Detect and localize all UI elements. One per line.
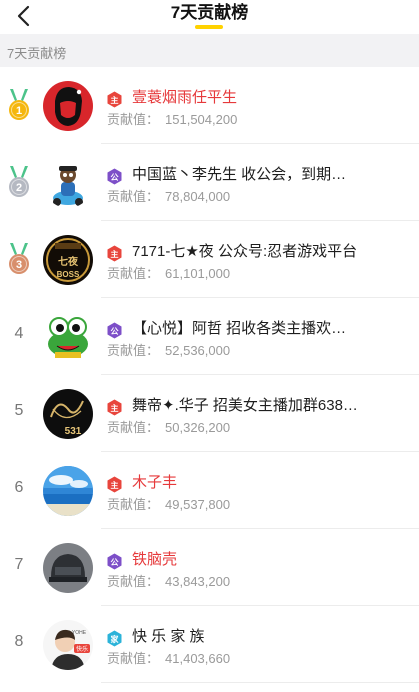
svg-text:主: 主: [111, 95, 119, 105]
guild-badge-icon: 公: [107, 553, 122, 570]
contribution-value: 贡献值： 50,326,200: [107, 420, 230, 436]
rank-number: 7: [14, 556, 24, 573]
svg-text:BOSS: BOSS: [57, 270, 80, 279]
rank-number: 6: [14, 479, 24, 496]
user-name[interactable]: 壹蓑烟雨任平生: [132, 88, 411, 108]
contribution-label: 贡献值：: [107, 497, 160, 512]
user-name[interactable]: 快 乐 家 族: [132, 627, 411, 647]
guild-badge-icon: 公: [107, 168, 122, 185]
contribution-value: 贡献值： 49,537,800: [107, 497, 230, 513]
leaderboard-row[interactable]: 7 公 铁脑壳 贡献值： 43,843,200: [0, 529, 419, 606]
svg-text:主: 主: [111, 249, 119, 259]
svg-text:主: 主: [111, 480, 119, 490]
svg-text:公: 公: [111, 558, 119, 567]
user-name[interactable]: 铁脑壳: [132, 550, 411, 570]
svg-text:主: 主: [111, 403, 119, 413]
role-badge: 主: [106, 91, 123, 108]
bronze-medal-icon: 3: [9, 243, 29, 274]
contribution-number: 151,504,200: [165, 112, 238, 127]
contribution-number: 43,843,200: [165, 574, 231, 589]
leaderboard-row[interactable]: 6 主 木子丰 贡献值： 49,537,800: [0, 452, 419, 529]
contribution-value: 贡献值： 43,843,200: [107, 574, 230, 590]
role-badge: 主: [106, 245, 123, 262]
contribution-value: 贡献值： 52,536,000: [107, 343, 230, 359]
leaderboard-row[interactable]: 1 主 壹蓑烟雨任平生 贡献值： 151,504,200: [0, 67, 419, 144]
host-badge-icon: 主: [107, 91, 122, 108]
section-label: 7天贡献榜: [7, 46, 67, 61]
rank-medal: 2: [5, 166, 33, 200]
user-name[interactable]: 木子丰: [132, 473, 411, 493]
rank-medal: 1: [5, 89, 33, 123]
gold-medal-icon: 1: [9, 89, 29, 120]
contribution-number: 61,101,000: [165, 266, 231, 281]
role-badge: 公: [106, 168, 123, 185]
user-name[interactable]: 舞帝✦.华子 招美女主播加群638…: [132, 396, 411, 416]
rank-medal: 3: [5, 243, 33, 277]
contribution-value: 贡献值： 78,804,000: [107, 189, 230, 205]
page-title: 7天贡献榜: [170, 3, 249, 22]
svg-text:公: 公: [111, 327, 119, 336]
svg-text:531: 531: [65, 426, 82, 437]
svg-text:七夜: 七夜: [58, 255, 79, 268]
contribution-label: 贡献值：: [107, 651, 160, 666]
svg-text:3: 3: [16, 259, 22, 271]
user-name[interactable]: 7171-七★夜 公众号:忍者游戏平台: [132, 242, 411, 262]
frog-avatar[interactable]: [43, 312, 93, 362]
family-badge-icon: 家: [107, 630, 122, 647]
silver-medal-icon: 2: [9, 166, 29, 197]
rank-number: 4: [14, 325, 24, 342]
title-underline: [195, 25, 223, 29]
rider-avatar[interactable]: [43, 158, 93, 208]
svg-text:1: 1: [16, 105, 22, 117]
seascape-avatar[interactable]: [43, 466, 93, 516]
host-badge-icon: 主: [107, 399, 122, 416]
svg-text:2: 2: [16, 182, 22, 194]
contribution-number: 52,536,000: [165, 343, 231, 358]
user-name[interactable]: 【心悦】阿哲 招收各类主播欢…: [132, 319, 411, 339]
role-badge: 公: [106, 322, 123, 339]
rank-number: 8: [14, 633, 24, 650]
user-name[interactable]: 中国蓝丶李先生 收公会，到期…: [132, 165, 411, 185]
helmet-avatar[interactable]: [43, 543, 93, 593]
leaderboard-row[interactable]: 3 七夜 BOSS 主 7171-七★夜 公众号:忍者游戏平台 贡献值： 61,1…: [0, 221, 419, 298]
top-nav-bar: 7天贡献榜: [0, 0, 419, 34]
cartoon-avatar[interactable]: YOHE 快乐: [43, 620, 93, 670]
host-badge-icon: 主: [107, 245, 122, 262]
role-badge: 主: [106, 476, 123, 493]
leaderboard-row[interactable]: 5 531 主 舞帝✦.华子 招美女主播加群638… 贡献值： 50,326,20…: [0, 375, 419, 452]
contribution-label: 贡献值：: [107, 343, 160, 358]
portrait-avatar[interactable]: [43, 81, 93, 131]
signature-avatar[interactable]: 531: [43, 389, 93, 439]
contribution-number: 49,537,800: [165, 497, 231, 512]
contribution-label: 贡献值：: [107, 112, 160, 127]
guild-badge-icon: 公: [107, 322, 122, 339]
leaderboard-row[interactable]: 4 公 【心悦】阿哲 招收各类主播欢… 贡献值： 52,536,000: [0, 298, 419, 375]
contribution-label: 贡献值：: [107, 266, 160, 281]
contribution-value: 贡献值： 151,504,200: [107, 112, 237, 128]
contribution-label: 贡献值：: [107, 420, 160, 435]
role-badge: 家: [106, 630, 123, 647]
contribution-number: 50,326,200: [165, 420, 231, 435]
svg-text:YOHE: YOHE: [72, 630, 87, 636]
rank-number: 5: [14, 402, 24, 419]
host-badge-icon: 主: [107, 476, 122, 493]
contribution-value: 贡献值： 41,403,660: [107, 651, 230, 667]
svg-text:快乐: 快乐: [76, 645, 88, 653]
contribution-number: 78,804,000: [165, 189, 231, 204]
leaderboard-row[interactable]: 8 YOHE 快乐 家 快 乐 家 族 贡献值： 41,403,660: [0, 606, 419, 683]
svg-text:公: 公: [111, 173, 119, 182]
boss-avatar[interactable]: 七夜 BOSS: [43, 235, 93, 285]
section-header: 7天贡献榜: [0, 34, 419, 67]
svg-text:家: 家: [111, 634, 120, 644]
row-divider: [101, 682, 419, 683]
contribution-value: 贡献值： 61,101,000: [107, 266, 230, 282]
contribution-label: 贡献值：: [107, 189, 160, 204]
contribution-label: 贡献值：: [107, 574, 160, 589]
role-badge: 主: [106, 399, 123, 416]
role-badge: 公: [106, 553, 123, 570]
contribution-number: 41,403,660: [165, 651, 231, 666]
leaderboard-row[interactable]: 2 公 中国蓝丶李先生 收公会，到期… 贡献值： 78,804,000: [0, 144, 419, 221]
